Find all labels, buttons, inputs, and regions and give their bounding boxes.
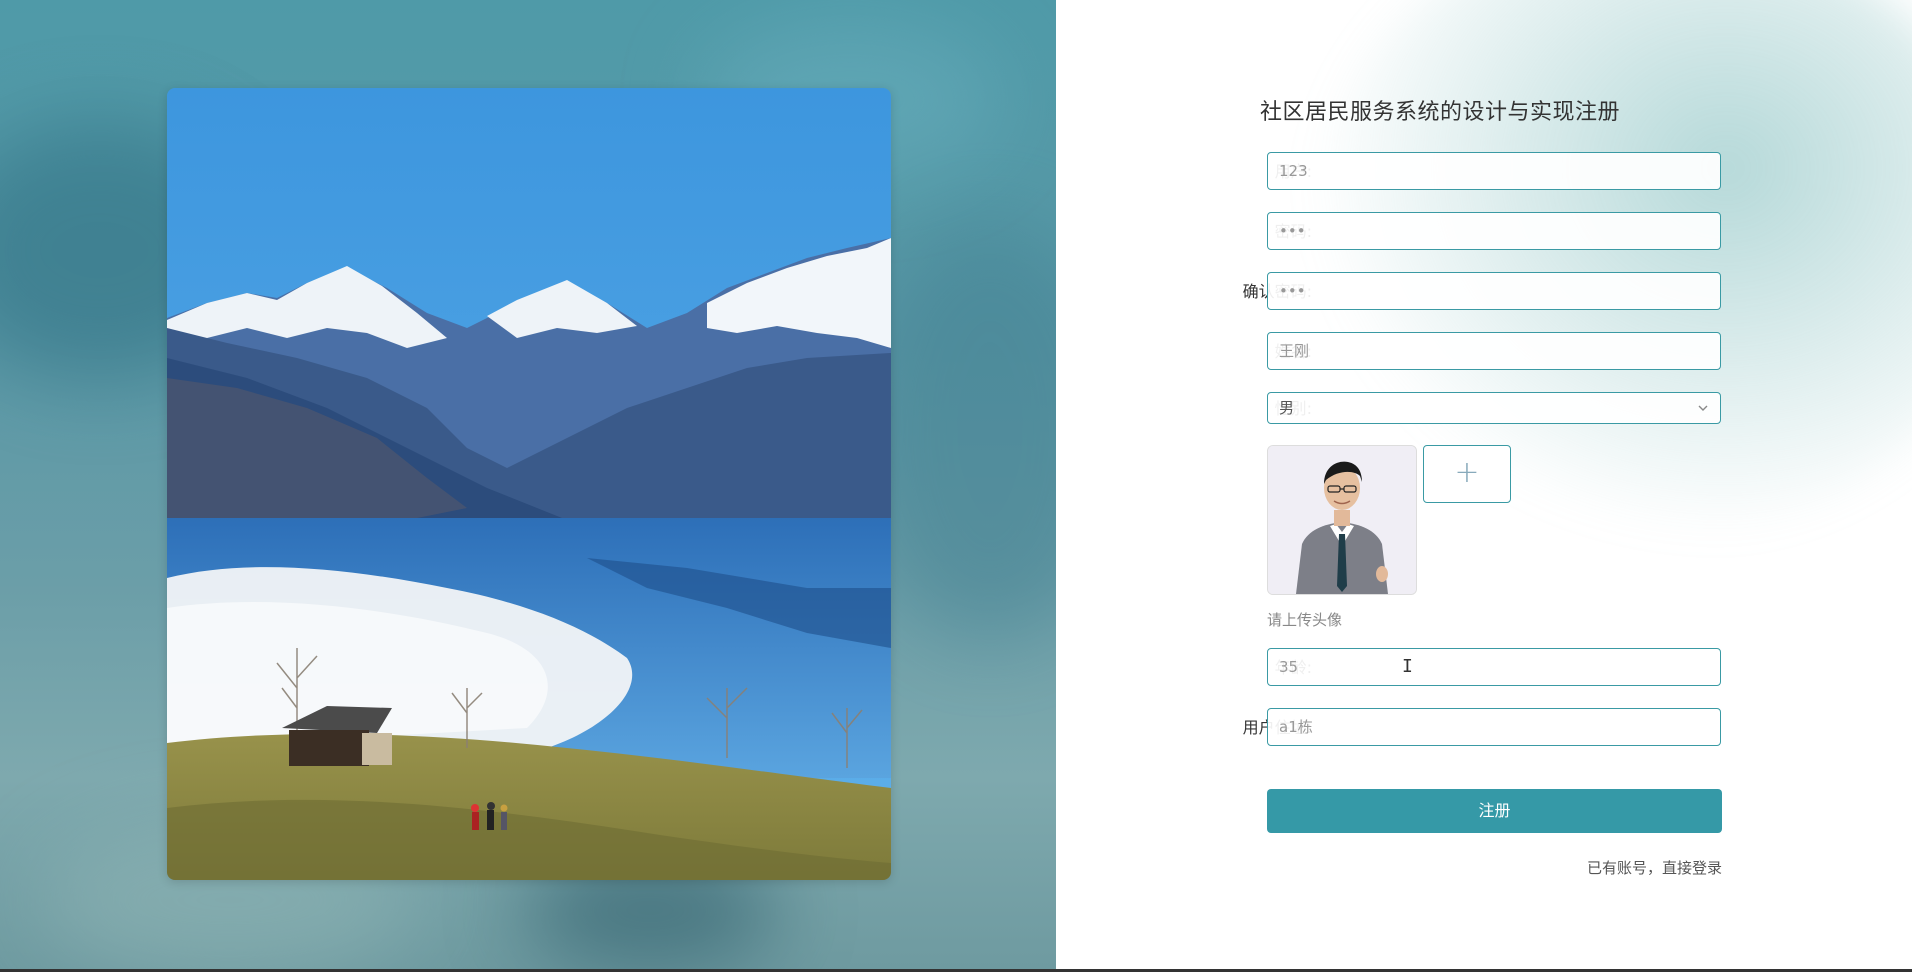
avatar-image[interactable] bbox=[1267, 445, 1417, 595]
background-panel bbox=[0, 0, 1056, 972]
chevron-down-icon bbox=[1696, 401, 1710, 415]
page-title: 社区居民服务系统的设计与实现注册 bbox=[1260, 100, 1621, 125]
gender-select-value: 男 bbox=[1279, 399, 1295, 417]
upload-avatar-button[interactable]: + bbox=[1423, 445, 1511, 503]
login-link[interactable]: 已有账号，直接登录 bbox=[1587, 857, 1722, 878]
address-input[interactable]: a1栋 bbox=[1267, 708, 1721, 746]
text-cursor-icon: I bbox=[1402, 656, 1413, 677]
register-button[interactable]: 注册 bbox=[1267, 789, 1722, 833]
gender-select[interactable]: 男 bbox=[1267, 392, 1721, 424]
plus-icon: + bbox=[1454, 455, 1480, 490]
password-input[interactable]: ••• bbox=[1267, 212, 1721, 250]
age-input[interactable]: 35 bbox=[1267, 648, 1721, 686]
avatar-hint: 请上传头像 bbox=[1267, 611, 1343, 629]
register-panel: 社区居民服务系统的设计与实现注册 用户: 123 密码: ••• 确认密码: •… bbox=[1056, 0, 1912, 972]
username-input[interactable]: 123 bbox=[1267, 152, 1721, 190]
confirm-password-input[interactable]: ••• bbox=[1267, 272, 1721, 310]
name-input[interactable]: 王刚 bbox=[1267, 332, 1721, 370]
mountain-landscape-image bbox=[167, 88, 891, 880]
